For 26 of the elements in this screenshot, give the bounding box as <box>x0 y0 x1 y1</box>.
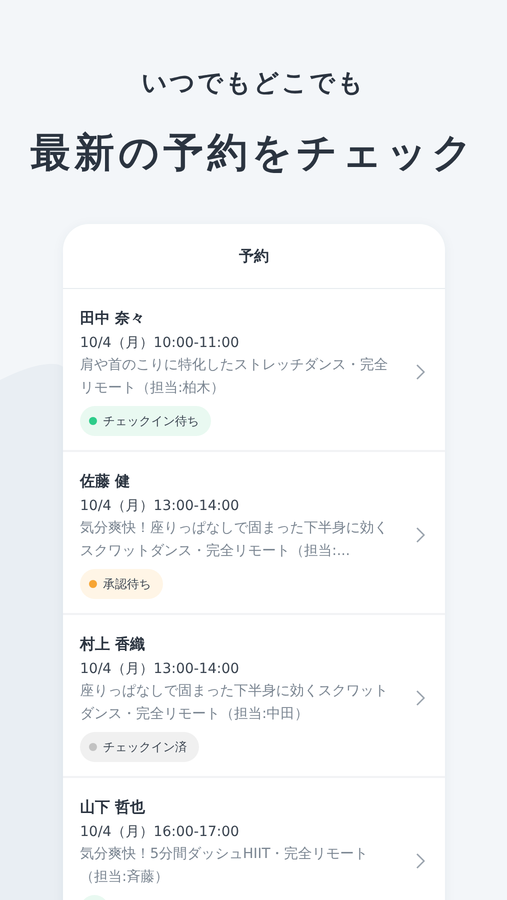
headline-subtitle: いつでもどこでも <box>142 67 366 99</box>
lesson-description: 気分爽快！座りっぱなしで固まった下半身に効くスクワットダンス・完全リモート（担当:... <box>80 519 389 561</box>
reservation-datetime: 10/4（月）13:00-14:00 <box>80 660 240 679</box>
reservation-item[interactable]: 佐藤 健 10/4（月）13:00-14:00 気分爽快！座りっぱなしで固まった下半身に効くスクワットダンス・完全リモート（担当:... 承認待ち <box>63 452 445 615</box>
chevron-right-icon <box>416 690 425 706</box>
screen-title: 予約 <box>239 246 269 266</box>
reservation-item[interactable]: 山下 哲也 10/4（月）16:00-17:00 気分爽快！5分間ダッシュHIIT・完全リモート（担当:斉藤） <box>63 778 445 900</box>
reservation-datetime: 10/4（月）16:00-17:00 <box>80 823 240 842</box>
reservation-item[interactable]: 村上 香織 10/4（月）13:00-14:00 座りっぱなしで固まった下半身に効くスクワットダンス・完全リモート（担当:中田） チェックイン済 <box>63 615 445 778</box>
headline-title: 最新の予約をチェック <box>30 129 476 178</box>
customer-name: 山下 哲也 <box>80 797 146 818</box>
status-badge: チェックイン済 <box>80 732 199 762</box>
lesson-description: 肩や首のこりに特化したストレッチダンス・完全リモート（担当:柏木） <box>80 356 389 398</box>
lesson-description: 座りっぱなしで固まった下半身に効くスクワットダンス・完全リモート（担当:中田） <box>80 682 389 724</box>
reservation-item[interactable]: 田中 奈々 10/4（月）10:00-11:00 肩や首のこりに特化したストレッチダンス・完全リモート（担当:柏木） チェックイン待ち <box>63 289 445 452</box>
lesson-description: 気分爽快！5分間ダッシュHIIT・完全リモート（担当:斉藤） <box>80 845 370 887</box>
chevron-right-icon <box>416 364 425 380</box>
reservation-datetime: 10/4（月）13:00-14:00 <box>80 497 240 516</box>
customer-name: 田中 奈々 <box>80 308 146 329</box>
customer-name: 佐藤 健 <box>80 471 130 492</box>
chevron-right-icon <box>416 852 425 868</box>
status-badge: チェックイン待ち <box>80 406 211 436</box>
reservation-datetime: 10/4（月）10:00-11:00 <box>80 334 240 353</box>
chevron-right-icon <box>416 526 425 542</box>
status-badge: 承認待ち <box>80 569 163 599</box>
customer-name: 村上 香織 <box>80 634 146 655</box>
